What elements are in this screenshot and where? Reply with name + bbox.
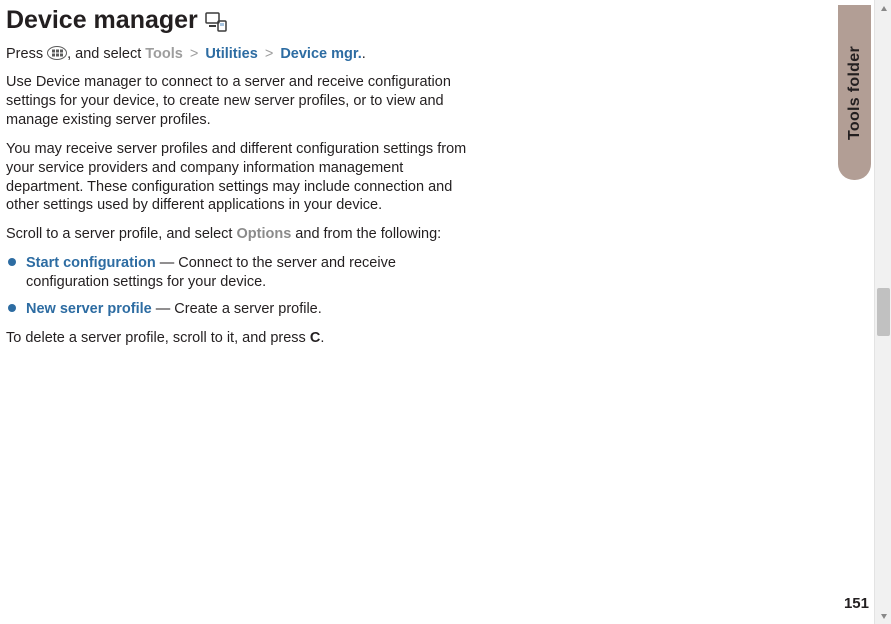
para4-pre: To delete a server profile, scroll to it… [6, 330, 310, 346]
page-number: 151 [844, 595, 869, 612]
side-tab: Tools folder [838, 5, 871, 180]
key-c: C [310, 330, 320, 346]
bullet-icon [8, 258, 16, 266]
option-new-server-profile: New server profile [26, 301, 152, 317]
option-start-configuration: Start configuration [26, 255, 156, 271]
list-item: New server profile — Create a server pro… [6, 300, 470, 319]
heading-text: Device manager [6, 4, 198, 37]
device-manager-icon [204, 4, 228, 37]
para-options-intro: Scroll to a server profile, and select O… [6, 225, 470, 244]
bullet-icon [8, 304, 16, 312]
nav-suffix: . [362, 46, 366, 62]
scroll-down-button[interactable] [875, 607, 891, 624]
list-item: Start configuration — Connect to the ser… [6, 254, 470, 292]
para3-post: and from the following: [291, 226, 441, 242]
nav-sep-1: > [190, 46, 198, 62]
nav-tools: Tools [145, 46, 183, 62]
scroll-up-button[interactable] [875, 0, 891, 17]
para4-post: . [320, 330, 324, 346]
side-tab-label: Tools folder [846, 46, 864, 140]
page-content: Device manager Press , and select Tools … [0, 0, 470, 347]
nav-after-icon: , and select [67, 46, 145, 62]
scrollbar-track[interactable] [874, 0, 891, 624]
para3-pre: Scroll to a server profile, and select [6, 226, 237, 242]
options-list: Start configuration — Connect to the ser… [6, 254, 470, 319]
page-title: Device manager [6, 4, 470, 37]
nav-instruction: Press , and select Tools > Utilities > D… [6, 45, 470, 64]
nav-prefix: Press [6, 46, 47, 62]
options-label: Options [237, 226, 292, 242]
option-desc: — Create a server profile. [152, 301, 322, 317]
nav-sep-2: > [265, 46, 273, 62]
nav-device-mgr: Device mgr. [280, 46, 361, 62]
para-delete: To delete a server profile, scroll to it… [6, 329, 470, 348]
para-usage: Use Device manager to connect to a serve… [6, 73, 470, 130]
menu-key-icon [47, 46, 67, 60]
scrollbar-thumb[interactable] [877, 288, 890, 336]
para-providers: You may receive server profiles and diff… [6, 140, 470, 215]
nav-utilities: Utilities [205, 46, 257, 62]
